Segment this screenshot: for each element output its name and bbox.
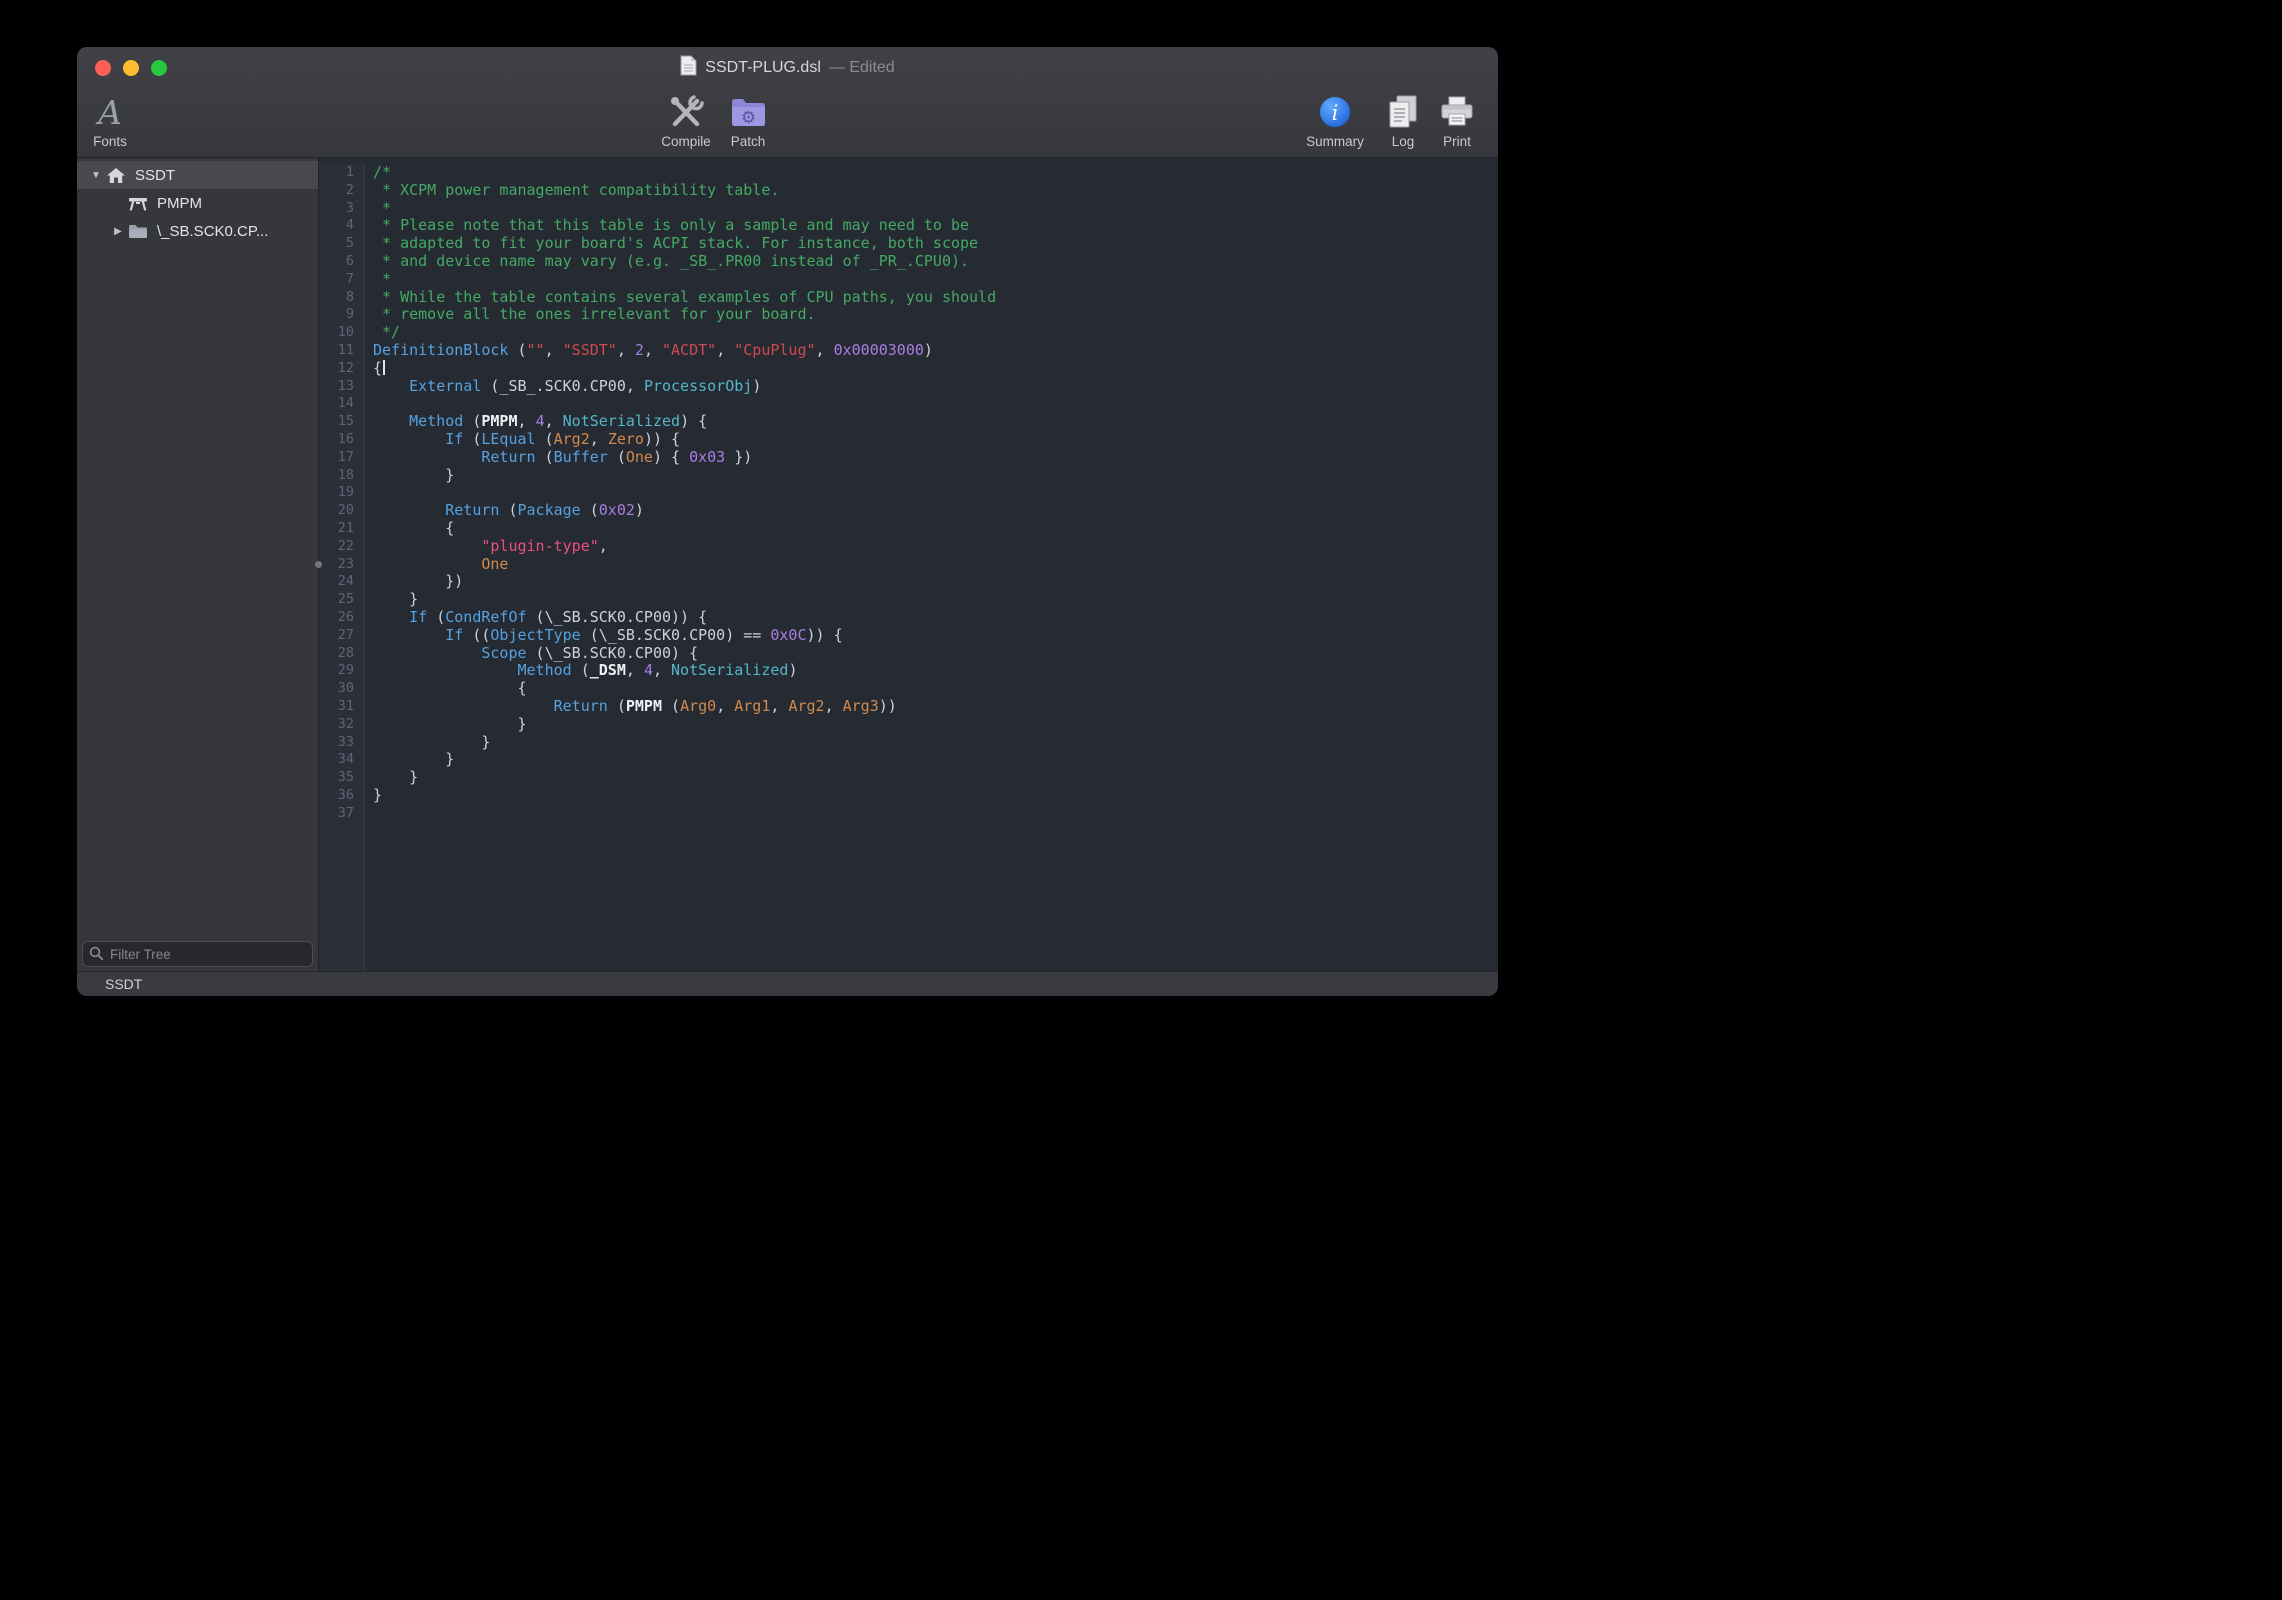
main-content: ▼ SSDT [77,158,1498,971]
code-line[interactable]: } [373,751,1498,769]
code-line[interactable]: Scope (\_SB.SCK0.CP00) { [373,645,1498,663]
patch-folder-icon: ⚙ [729,91,767,133]
code-line[interactable]: * XCPM power management compatibility ta… [373,182,1498,200]
sidebar-item-ssdt[interactable]: ▼ SSDT [77,161,318,189]
fonts-label: Fonts [93,134,127,149]
code-line[interactable]: } [373,787,1498,805]
code-line[interactable]: One [373,556,1498,574]
printer-icon [1439,91,1475,133]
code-line[interactable] [373,484,1498,502]
folder-icon [125,223,151,239]
log-label: Log [1392,134,1415,149]
code-lines[interactable]: /* * XCPM power management compatibility… [365,164,1498,971]
code-line[interactable]: /* [373,164,1498,182]
code-line[interactable]: Return (Buffer (One) { 0x03 }) [373,449,1498,467]
line-numbers: 1234567891011121314151617181920212223242… [319,164,365,971]
document-icon [680,55,697,81]
code-line[interactable]: } [373,716,1498,734]
disclosure-down-icon[interactable]: ▼ [89,170,103,181]
search-icon [89,946,104,966]
zoom-button[interactable] [151,60,167,76]
code-line[interactable]: If (CondRefOf (\_SB.SCK0.CP00)) { [373,609,1498,627]
code-line[interactable]: * remove all the ones irrelevant for you… [373,306,1498,324]
code-line[interactable]: } [373,591,1498,609]
sidebar-item-pmpm[interactable]: PMPM [77,189,318,217]
window-title-edited: — Edited [829,59,895,77]
code-line[interactable] [373,395,1498,413]
pane-splitter[interactable] [318,158,319,971]
app-window: SSDT-PLUG.dsl — Edited A Fonts [77,47,1498,996]
fonts-icon: A [98,91,122,133]
code-line[interactable] [373,805,1498,823]
summary-info-icon: i [1319,91,1351,133]
filter-tree-container [77,941,318,971]
log-pages-icon [1386,91,1420,133]
filter-tree-input[interactable] [82,941,313,967]
window-title: SSDT-PLUG.dsl [705,59,821,77]
print-label: Print [1443,134,1471,149]
code-line[interactable]: */ [373,324,1498,342]
summary-label: Summary [1306,134,1364,149]
patch-gear-icon: ⚙ [741,108,756,127]
sidebar-item-sb-sck0-cp[interactable]: ▶ \_SB.SCK0.CP... [77,217,318,245]
status-text: SSDT [105,976,142,992]
code-line[interactable]: Method (PMPM, 4, NotSerialized) { [373,413,1498,431]
code-line[interactable]: * [373,271,1498,289]
svg-text:i: i [1332,101,1339,125]
patch-label: Patch [731,134,766,149]
tree-label: PMPM [157,195,202,212]
compile-icon [667,91,705,133]
code-line[interactable]: Method (_DSM, 4, NotSerialized) [373,662,1498,680]
tree: ▼ SSDT [77,158,318,941]
splitter-handle-icon[interactable] [315,561,322,568]
code-line[interactable]: * Please note that this table is only a … [373,217,1498,235]
toolbar: A Fonts Compile [77,89,1498,157]
patch-button[interactable]: ⚙ Patch [708,91,788,149]
fonts-button[interactable]: A Fonts [77,91,150,149]
print-button[interactable]: Print [1417,91,1497,149]
status-bar: SSDT [77,971,1498,996]
code-line[interactable]: { [373,680,1498,698]
house-icon [103,167,129,184]
titlebar[interactable]: SSDT-PLUG.dsl — Edited [77,47,1498,89]
code-line[interactable]: * [373,200,1498,218]
code-line[interactable]: }) [373,573,1498,591]
code-editor[interactable]: 1234567891011121314151617181920212223242… [319,158,1498,971]
code-line[interactable]: } [373,467,1498,485]
code-line[interactable]: Return (PMPM (Arg0, Arg1, Arg2, Arg3)) [373,698,1498,716]
window-header: SSDT-PLUG.dsl — Edited A Fonts [77,47,1498,158]
code-line[interactable]: Return (Package (0x02) [373,502,1498,520]
sidebar: ▼ SSDT [77,158,318,971]
code-line[interactable]: { [373,520,1498,538]
tree-label: SSDT [135,167,175,184]
code-line[interactable]: External (_SB_.SCK0.CP00, ProcessorObj) [373,378,1498,396]
disclosure-right-icon[interactable]: ▶ [111,226,125,237]
title-group: SSDT-PLUG.dsl — Edited [680,55,894,81]
minimize-button[interactable] [123,60,139,76]
traffic-lights [95,60,167,76]
code-line[interactable]: If (LEqual (Arg2, Zero)) { [373,431,1498,449]
code-line[interactable]: { [373,360,1498,378]
code-line[interactable]: * While the table contains several examp… [373,289,1498,307]
bench-icon [125,195,151,211]
code-line[interactable]: * adapted to fit your board's ACPI stack… [373,235,1498,253]
code-line[interactable]: "plugin-type", [373,538,1498,556]
compile-label: Compile [661,134,711,149]
close-button[interactable] [95,60,111,76]
text-caret [383,360,385,375]
tree-label: \_SB.SCK0.CP... [157,223,268,240]
code-line[interactable]: } [373,769,1498,787]
code-line[interactable]: * and device name may vary (e.g. _SB_.PR… [373,253,1498,271]
code-line[interactable]: } [373,734,1498,752]
code-line[interactable]: If ((ObjectType (\_SB.SCK0.CP00) == 0x0C… [373,627,1498,645]
code-line[interactable]: DefinitionBlock ("", "SSDT", 2, "ACDT", … [373,342,1498,360]
